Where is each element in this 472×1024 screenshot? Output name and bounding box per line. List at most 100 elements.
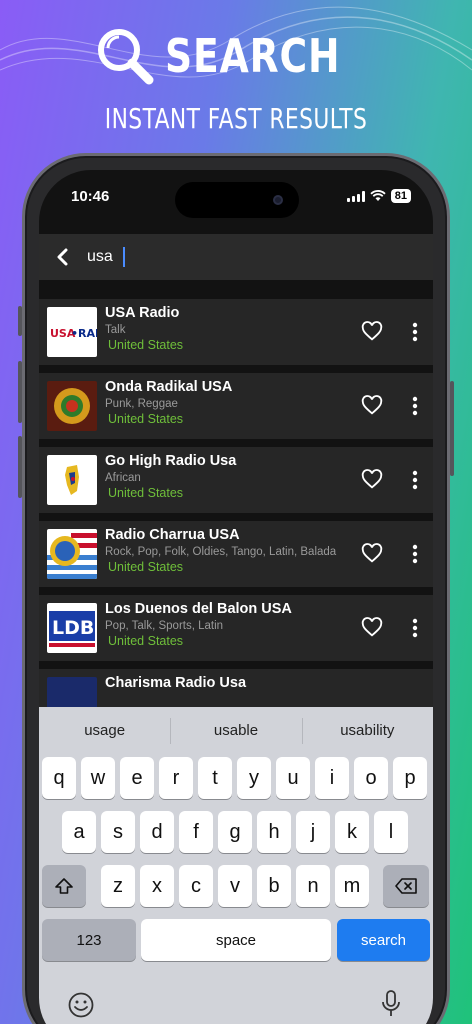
space-key[interactable]: space [141, 919, 331, 961]
onscreen-keyboard: usage usable usability q w e r t y u i o… [39, 707, 433, 1024]
search-input[interactable] [87, 248, 387, 266]
key-m[interactable]: m [335, 865, 369, 907]
station-name: Radio Charrua USA [105, 527, 240, 543]
more-options-icon[interactable] [411, 394, 419, 418]
key-f[interactable]: f [179, 811, 213, 853]
favorite-heart-icon[interactable] [361, 395, 383, 417]
action-button [18, 306, 22, 336]
key-p[interactable]: p [393, 757, 427, 799]
hero-banner: SEARCH INSTANT FAST RESULTS [0, 20, 472, 140]
favorite-heart-icon[interactable] [361, 321, 383, 343]
key-w[interactable]: w [81, 757, 115, 799]
back-button[interactable] [39, 234, 87, 280]
volume-down-button [18, 436, 22, 498]
station-name: Onda Radikal USA [105, 379, 233, 395]
more-options-icon[interactable] [411, 468, 419, 492]
station-name: Los Duenos del Balon USA [105, 601, 292, 617]
search-bar [39, 234, 433, 280]
key-l[interactable]: l [374, 811, 408, 853]
emoji-icon[interactable] [67, 991, 95, 1019]
station-genre: African [105, 472, 141, 484]
hero-subtitle: INSTANT FAST RESULTS [104, 102, 368, 135]
suggestion-item[interactable]: usable [170, 717, 301, 744]
station-row-ldb[interactable]: LDB Los Duenos del Balon USA Pop, Talk, … [39, 595, 433, 661]
shift-key[interactable] [42, 865, 86, 907]
key-b[interactable]: b [257, 865, 291, 907]
delete-key[interactable] [383, 865, 429, 907]
keyboard-footer [39, 977, 433, 1024]
dynamic-island [175, 182, 299, 218]
station-genre: Rock, Pop, Folk, Oldies, Tango, Latin, B… [105, 546, 337, 558]
key-g[interactable]: g [218, 811, 252, 853]
suggestion-item[interactable]: usage [39, 722, 170, 739]
station-logo [47, 455, 97, 505]
key-u[interactable]: u [276, 757, 310, 799]
station-name: Go High Radio Usa [105, 453, 237, 469]
station-logo: USA •RADIO [47, 307, 97, 357]
key-row-2: a s d f g h j k l [39, 811, 433, 853]
station-genre: Pop, Talk, Sports, Latin [105, 620, 224, 632]
key-t[interactable]: t [198, 757, 232, 799]
hero-title: SEARCH [165, 29, 341, 83]
key-o[interactable]: o [354, 757, 388, 799]
cellular-signal-icon [346, 190, 365, 202]
results-list: USA •RADIO USA Radio Talk United States [39, 299, 433, 743]
svg-text:•RADIO: •RADIO [71, 327, 97, 340]
favorite-heart-icon[interactable] [361, 617, 383, 639]
svg-text:LDB: LDB [52, 617, 94, 639]
key-x[interactable]: x [140, 865, 174, 907]
microphone-icon[interactable] [381, 989, 401, 1019]
power-button [450, 381, 454, 476]
suggestion-item[interactable]: usability [301, 717, 433, 744]
chevron-left-icon [57, 248, 68, 266]
station-row-go-high[interactable]: Go High Radio Usa African United States [39, 447, 433, 513]
station-row-usa-radio[interactable]: USA •RADIO USA Radio Talk United States [39, 299, 433, 365]
key-c[interactable]: c [179, 865, 213, 907]
station-row-onda-radikal[interactable]: Onda Radikal USA Punk, Reggae United Sta… [39, 373, 433, 439]
more-options-icon[interactable] [411, 542, 419, 566]
key-row-4: 123 space search [39, 919, 433, 961]
station-country: United States [108, 560, 184, 574]
key-h[interactable]: h [257, 811, 291, 853]
magnifier-icon [98, 29, 154, 85]
station-country: United States [108, 634, 184, 648]
station-genre: Punk, Reggae [105, 398, 178, 410]
backspace-icon [395, 878, 417, 894]
key-i[interactable]: i [315, 757, 349, 799]
key-r[interactable]: r [159, 757, 193, 799]
station-country: United States [108, 412, 184, 426]
shift-icon [55, 878, 73, 894]
station-logo [47, 529, 97, 579]
more-options-icon[interactable] [411, 616, 419, 640]
station-logo: LDB [47, 603, 97, 653]
key-z[interactable]: z [101, 865, 135, 907]
phone-frame: 10:46 81 usa USA •RA USA Radio Talk Unit… [18, 153, 454, 1024]
station-row-charrua[interactable]: Radio Charrua USA Rock, Pop, Folk, Oldie… [39, 521, 433, 587]
station-genre: Talk [105, 324, 126, 336]
more-options-icon[interactable] [411, 320, 419, 344]
key-a[interactable]: a [62, 811, 96, 853]
key-y[interactable]: y [237, 757, 271, 799]
favorite-heart-icon[interactable] [361, 469, 383, 491]
status-bar: 10:46 81 [39, 170, 433, 230]
numbers-key[interactable]: 123 [42, 919, 136, 961]
search-key[interactable]: search [337, 919, 430, 961]
key-row-3: z x c v b n m [39, 865, 433, 907]
key-j[interactable]: j [296, 811, 330, 853]
phone-screen: 10:46 81 usa USA •RA USA Radio Talk Unit… [39, 170, 433, 1024]
key-e[interactable]: e [120, 757, 154, 799]
key-v[interactable]: v [218, 865, 252, 907]
suggestion-bar: usage usable usability [39, 707, 433, 753]
key-row-1: q w e r t y u i o p [39, 757, 433, 799]
battery-indicator: 81 [390, 189, 411, 203]
key-q[interactable]: q [42, 757, 76, 799]
volume-up-button [18, 361, 22, 423]
key-k[interactable]: k [335, 811, 369, 853]
key-d[interactable]: d [140, 811, 174, 853]
key-s[interactable]: s [101, 811, 135, 853]
status-time: 10:46 [71, 188, 110, 205]
station-name: USA Radio [105, 305, 180, 321]
wifi-icon [370, 190, 386, 201]
favorite-heart-icon[interactable] [361, 543, 383, 565]
key-n[interactable]: n [296, 865, 330, 907]
